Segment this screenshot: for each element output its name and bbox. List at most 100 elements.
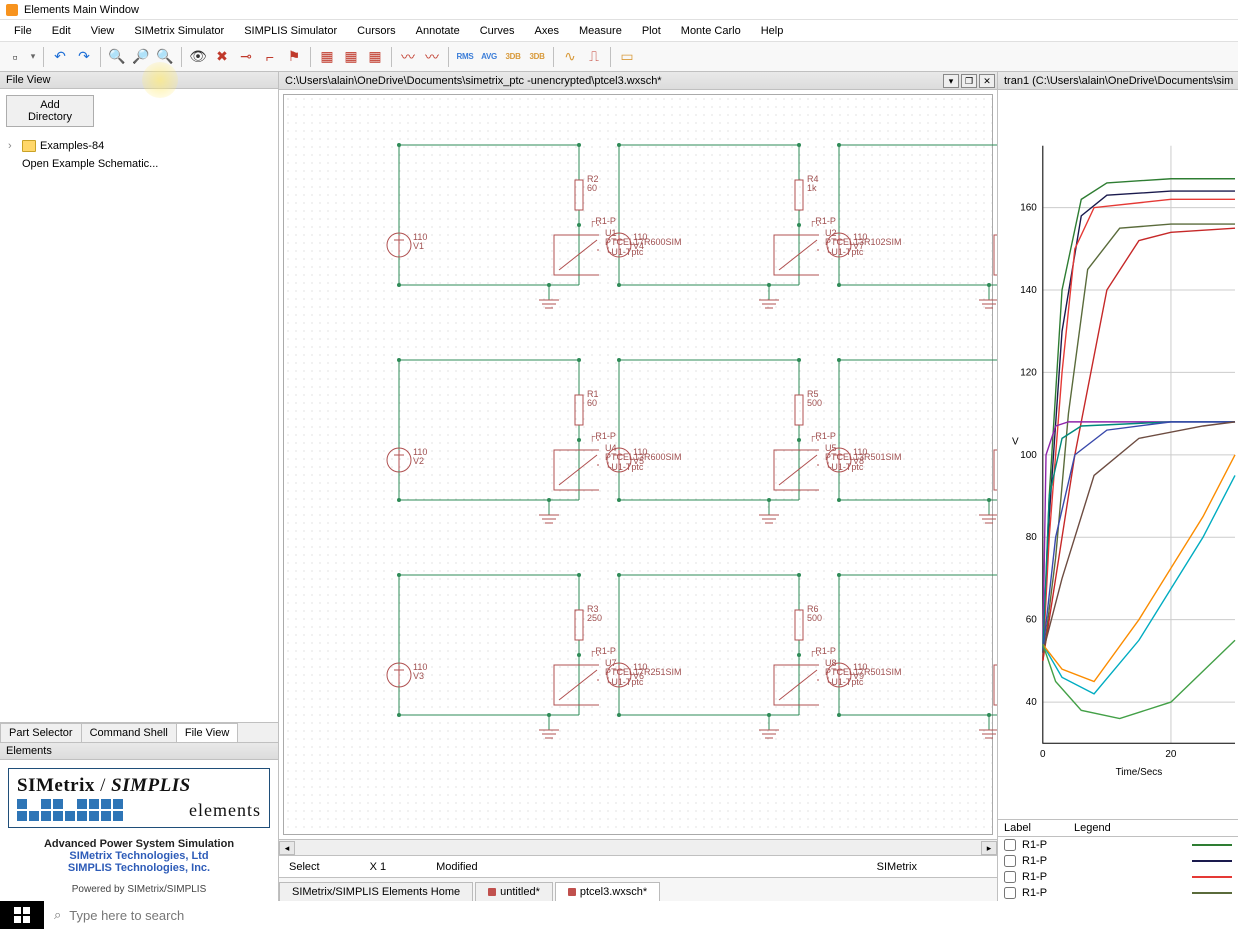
menu-file[interactable]: File — [4, 22, 42, 40]
svg-text:40: 40 — [1026, 697, 1038, 708]
add-directory-button[interactable]: Add Directory — [6, 95, 94, 127]
zoom-out-button[interactable]: 🔎 — [130, 46, 152, 68]
grid-b-button[interactable]: ▦ — [340, 46, 362, 68]
doc-tab[interactable]: ptcel3.wxsch* — [555, 882, 660, 901]
taskbar-search[interactable]: ⌕ Type here to search — [44, 901, 1238, 929]
main-toolbar: ▫ ▾ ↶ ↷ 🔍 🔎 🔍 👁 ✖ ⊸ ⌐ ⚑ ▦ ▦ ▦ 〰 〰 RMS AV… — [0, 42, 1238, 72]
svg-text:80: 80 — [1026, 532, 1038, 543]
new-doc-dropdown[interactable]: ▾ — [28, 46, 38, 68]
tab-part-selector[interactable]: Part Selector — [0, 723, 82, 742]
menu-cursors[interactable]: Cursors — [347, 22, 406, 40]
legend-row[interactable]: R1-P — [998, 837, 1238, 853]
pulse-button[interactable]: ⎍ — [583, 46, 605, 68]
doc-tab[interactable]: untitled* — [475, 882, 553, 901]
svg-text:160: 160 — [1020, 203, 1037, 214]
legend-checkbox[interactable] — [1004, 855, 1016, 867]
circuit-V1[interactable]: R260┌R1-PU1PTCEL17R600SIM└U1-Tptc110V1 — [379, 125, 599, 335]
legend-row[interactable]: R1-P — [998, 869, 1238, 885]
menu-axes[interactable]: Axes — [525, 22, 569, 40]
eye-icon[interactable]: 👁 — [187, 46, 209, 68]
menu-help[interactable]: Help — [751, 22, 794, 40]
doc-button[interactable]: ▭ — [616, 46, 638, 68]
circuit-V4[interactable]: R41k┌R1-PU2PTCEL13R102SIM└U1-Tptc110V4 — [599, 125, 819, 335]
legend-checkbox[interactable] — [1004, 871, 1016, 883]
elements-header: Elements — [0, 743, 278, 760]
voltage-label: 110V5 — [633, 448, 647, 467]
logo-title: SIMetrix / SIMPLIS — [17, 775, 261, 797]
svg-text:140: 140 — [1020, 285, 1037, 296]
plot-title: tran1 (C:\Users\alain\OneDrive\Documents… — [998, 75, 1238, 87]
zoom-in-button[interactable]: 🔍 — [106, 46, 128, 68]
sine-button[interactable]: ∿ — [559, 46, 581, 68]
zoom-fit-button[interactable]: 🔍 — [154, 46, 176, 68]
legend-header: Label Legend — [998, 819, 1238, 837]
menu-edit[interactable]: Edit — [42, 22, 81, 40]
legend-checkbox[interactable] — [1004, 839, 1016, 851]
circuit-V5[interactable]: R5500┌R1-PU5PTCEL13R501SIM└U1-Tptc110V5 — [599, 340, 819, 550]
3db-b-label[interactable]: 3DB — [526, 52, 548, 61]
close-button[interactable]: ✕ — [979, 74, 995, 88]
tree-item-examples[interactable]: › Examples-84 — [8, 137, 270, 155]
grid-c-button[interactable]: ▦ — [364, 46, 386, 68]
circuit-V2[interactable]: R160┌R1-PU4PTCEL13R600SIM└U1-Tptc110V2 — [379, 340, 599, 550]
left-lower-tabs: Part Selector Command Shell File View — [0, 722, 278, 742]
menu-plot[interactable]: Plot — [632, 22, 671, 40]
maximize-button[interactable]: ❐ — [961, 74, 977, 88]
legend-row[interactable]: R1-P — [998, 885, 1238, 901]
legend-swatch — [1192, 876, 1232, 878]
menu-simplis-simulator[interactable]: SIMPLIS Simulator — [234, 22, 347, 40]
tree-item-open-example[interactable]: Open Example Schematic... — [8, 155, 270, 173]
menu-view[interactable]: View — [81, 22, 125, 40]
curve-a-button[interactable]: 〰 — [397, 46, 419, 68]
restore-button[interactable]: ▾ — [943, 74, 959, 88]
avg-label[interactable]: AVG — [478, 52, 500, 61]
logo-box: SIMetrix / SIMPLIS elements — [8, 768, 270, 828]
tab-command-shell[interactable]: Command Shell — [81, 723, 177, 742]
status-select: Select — [279, 861, 360, 873]
resistor-label: R160 — [587, 390, 599, 409]
search-placeholder: Type here to search — [69, 908, 184, 923]
circuit-V6[interactable]: R6500┌R1-PU8PTCEL17R501SIM└U1-Tptc110V6 — [599, 555, 819, 765]
delete-button[interactable]: ✖ — [211, 46, 233, 68]
circuit-V7[interactable]: R7250┌R1-PU3PT110V7 — [819, 125, 997, 335]
legend-row[interactable]: R1-P — [998, 853, 1238, 869]
probe-button[interactable]: ⊸ — [235, 46, 257, 68]
tab-file-view[interactable]: File View — [176, 723, 238, 742]
new-doc-button[interactable]: ▫ — [4, 46, 26, 68]
svg-text:V: V — [1012, 437, 1019, 448]
horizontal-scrollbar[interactable]: ◂ ▸ — [279, 839, 997, 855]
svg-text:120: 120 — [1020, 367, 1037, 378]
scroll-right-icon[interactable]: ▸ — [981, 841, 997, 855]
menu-curves[interactable]: Curves — [470, 22, 525, 40]
redo-button[interactable]: ↷ — [73, 46, 95, 68]
doc-tab[interactable]: SIMetrix/SIMPLIS Elements Home — [279, 882, 473, 901]
menu-annotate[interactable]: Annotate — [406, 22, 470, 40]
menu-monte-carlo[interactable]: Monte Carlo — [671, 22, 751, 40]
schematic-canvas[interactable]: R260┌R1-PU1PTCEL17R600SIM└U1-Tptc110V1R4… — [283, 94, 993, 835]
menu-simetrix-simulator[interactable]: SIMetrix Simulator — [124, 22, 234, 40]
start-button[interactable] — [0, 901, 44, 929]
link-simplis[interactable]: SIMPLIS Technologies, Inc. — [0, 862, 278, 874]
voltage-label: 110V2 — [413, 448, 427, 467]
scroll-left-icon[interactable]: ◂ — [279, 841, 295, 855]
document-header: C:\Users\alain\OneDrive\Documents\simetr… — [279, 72, 997, 90]
link-simetrix[interactable]: SIMetrix Technologies, Ltd — [0, 850, 278, 862]
status-modified: Modified — [426, 861, 518, 873]
grid-a-button[interactable]: ▦ — [316, 46, 338, 68]
plot-area[interactable]: 406080100120140160020VTime/Secs — [998, 90, 1238, 819]
rms-label[interactable]: RMS — [454, 52, 476, 61]
menu-bar: FileEditViewSIMetrix SimulatorSIMPLIS Si… — [0, 20, 1238, 42]
menu-measure[interactable]: Measure — [569, 22, 632, 40]
circuit-V9[interactable]: R9120┌R1-PU9PT110V9 — [819, 555, 997, 765]
undo-button[interactable]: ↶ — [49, 46, 71, 68]
window-title: Elements Main Window — [24, 4, 139, 16]
flag-button[interactable]: ⚑ — [283, 46, 305, 68]
status-x: X 1 — [360, 861, 427, 873]
circuit-V3[interactable]: R3250┌R1-PU7PTCEL17R251SIM└U1-Tptc110V3 — [379, 555, 599, 765]
circuit-V8[interactable]: R8120┌R1-PU6PT110V8 — [819, 340, 997, 550]
curve-b-button[interactable]: 〰 — [421, 46, 443, 68]
3db-a-label[interactable]: 3DB — [502, 52, 524, 61]
legend-checkbox[interactable] — [1004, 887, 1016, 899]
logo-elements: elements — [127, 800, 261, 821]
wire-button[interactable]: ⌐ — [259, 46, 281, 68]
